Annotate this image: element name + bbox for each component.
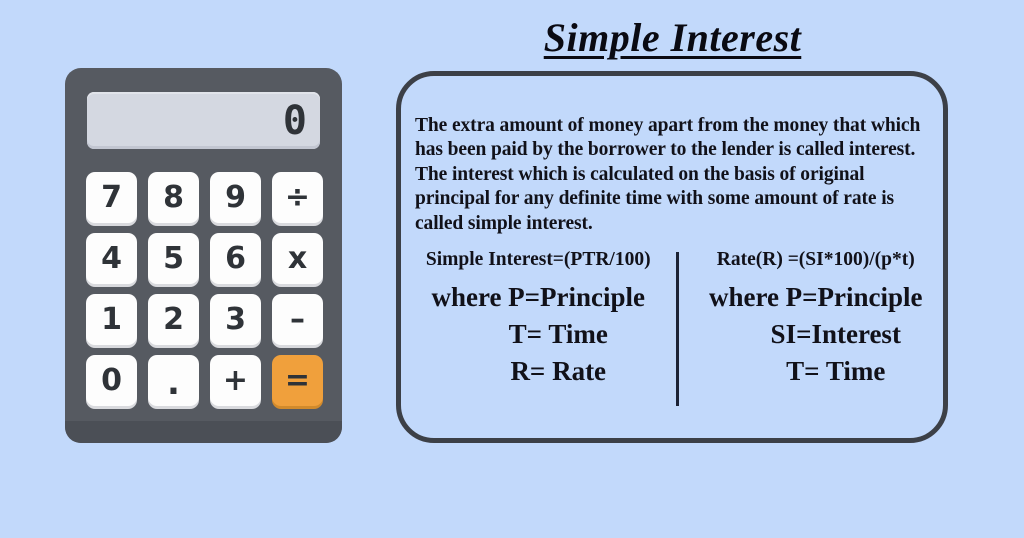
- calc-key-minus[interactable]: –: [272, 294, 323, 345]
- calc-key-0[interactable]: 0: [86, 355, 137, 406]
- calculator-base-shadow: [65, 421, 342, 443]
- calculator: 0 7 8 9 ÷ 4 5 6 x 1 2 3– 0. + =: [65, 68, 342, 443]
- formula-left-line-1: where P=Principle: [431, 282, 646, 313]
- calculator-display: 0: [87, 92, 320, 149]
- calc-key-equals[interactable]: =: [272, 355, 323, 406]
- calc-key-divide[interactable]: ÷: [272, 172, 323, 223]
- formula-left-line-2: T= Time: [508, 319, 608, 350]
- formula-section: Simple Interest=(PTR/100) where P=Princi…: [409, 248, 945, 418]
- formula-column-rate: Rate(R) =(SI*100)/(p*t) where P=Principl…: [679, 248, 946, 418]
- page-title: Simple Interest: [543, 15, 802, 60]
- calc-key-6[interactable]: 6: [210, 233, 261, 284]
- formula-heading-simple-interest: Simple Interest=(PTR/100): [425, 249, 651, 270]
- formula-heading-rate: Rate(R) =(SI*100)/(p*t): [716, 249, 915, 270]
- calc-key-5[interactable]: 5: [148, 233, 199, 284]
- formula-right-line-1: where P=Principle: [708, 282, 923, 313]
- calc-key-1[interactable]: 1: [86, 294, 137, 345]
- calc-key-4[interactable]: 4: [86, 233, 137, 284]
- formula-right-line-3: T= Time: [786, 356, 886, 387]
- calc-key-2[interactable]: 2: [148, 294, 199, 345]
- calculator-keypad: 7 8 9 ÷ 4 5 6 x 1 2 3– 0. + =: [86, 172, 323, 406]
- formula-left-line-3: R= Rate: [510, 356, 607, 387]
- info-card: The extra amount of money apart from the…: [396, 71, 948, 443]
- calc-key-multiply[interactable]: x: [272, 233, 323, 284]
- calc-key-decimal[interactable]: .: [148, 355, 199, 406]
- formula-column-simple-interest: Simple Interest=(PTR/100) where P=Princi…: [409, 248, 676, 418]
- calc-key-7[interactable]: 7: [86, 172, 137, 223]
- calc-key-3[interactable]: 3: [210, 294, 261, 345]
- calc-key-8[interactable]: 8: [148, 172, 199, 223]
- description-paragraph: The extra amount of money apart from the…: [415, 114, 921, 234]
- calc-key-plus[interactable]: +: [210, 355, 261, 406]
- calc-key-9[interactable]: 9: [210, 172, 261, 223]
- calculator-display-value: 0: [282, 97, 308, 144]
- formula-right-line-2: SI=Interest: [770, 319, 901, 350]
